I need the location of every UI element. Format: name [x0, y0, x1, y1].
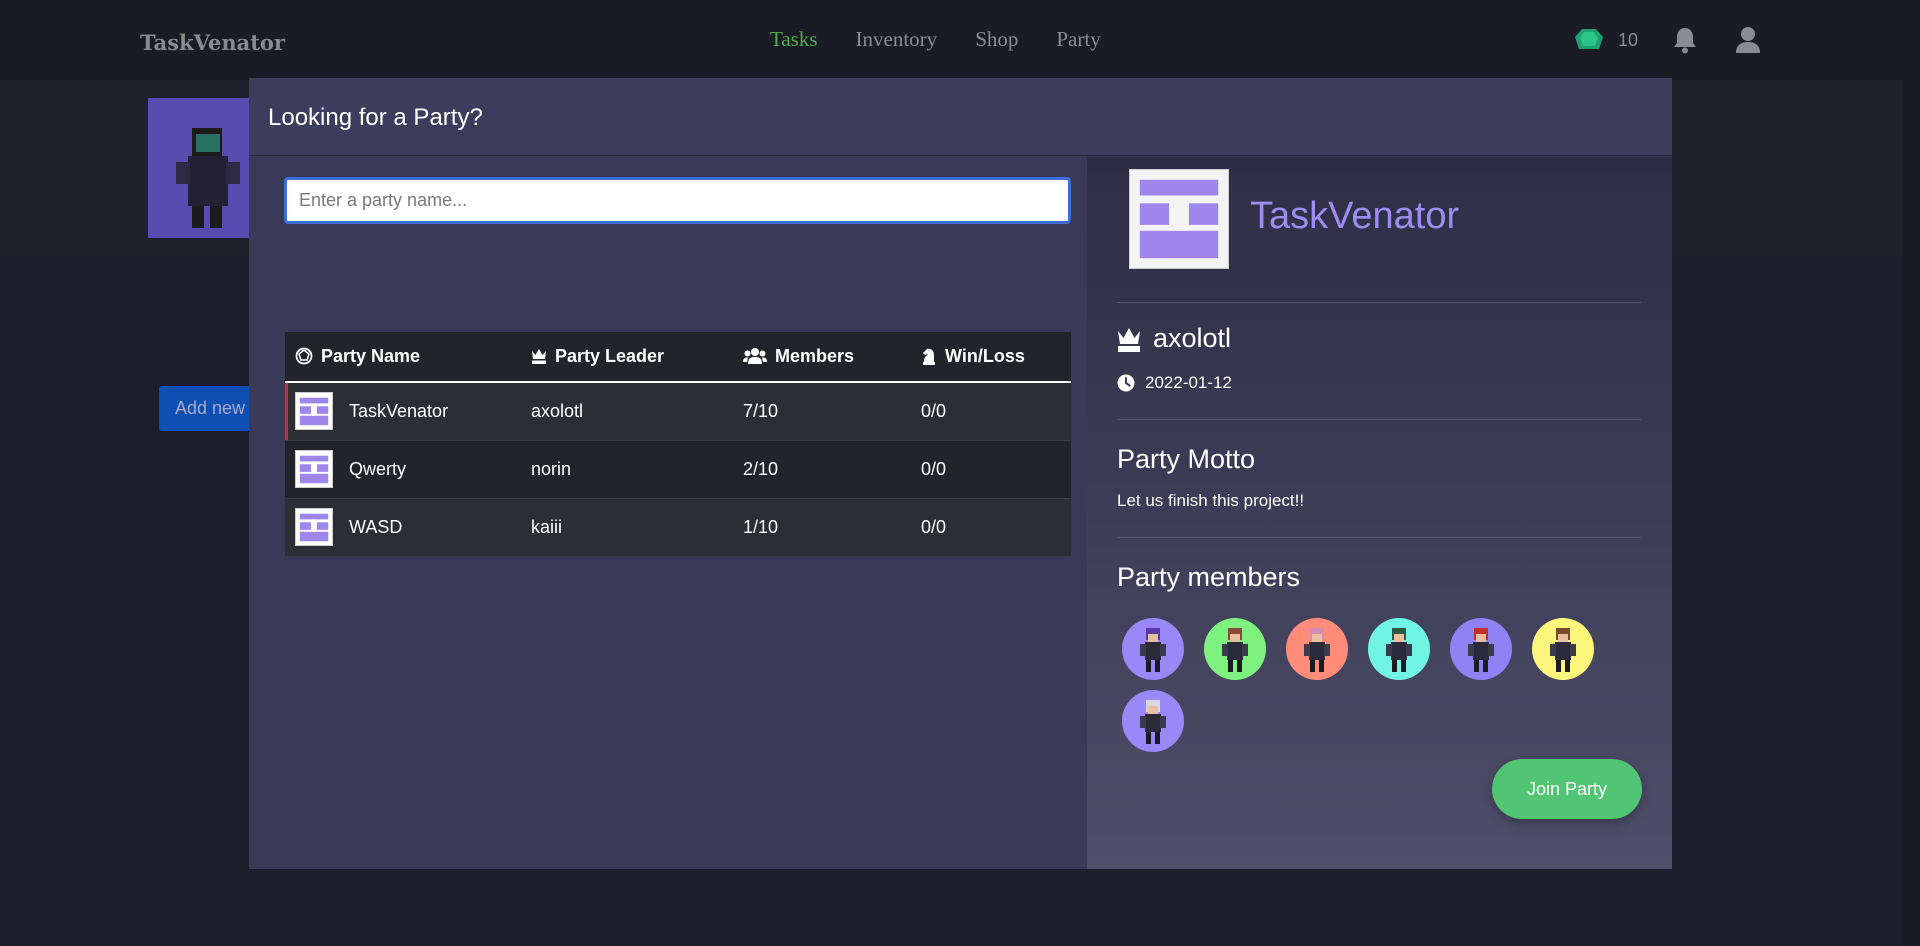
nav-link-tasks[interactable]: Tasks [770, 27, 818, 52]
page-scrollbar[interactable] [1902, 0, 1920, 946]
party-winloss: 0/0 [921, 516, 947, 537]
col-win-loss[interactable]: Win/Loss [911, 332, 1071, 382]
col-party-leader[interactable]: Party Leader [521, 332, 733, 382]
party-logo-icon [295, 450, 333, 488]
party-logo-large [1129, 169, 1229, 269]
motto-heading: Party Motto [1117, 444, 1256, 474]
party-detail-panel: TaskVenator axolotl 2022-01-12 Party Mot… [1087, 157, 1672, 869]
member-avatar[interactable] [1122, 690, 1184, 752]
motto-text: Let us finish this project!! [1117, 491, 1305, 510]
nav-link-inventory[interactable]: Inventory [856, 27, 938, 52]
member-avatar[interactable] [1122, 618, 1184, 680]
dice-icon [295, 347, 313, 365]
party-members: 2/10 [743, 458, 779, 479]
party-member-list [1122, 618, 1642, 752]
member-avatar[interactable] [1204, 618, 1266, 680]
party-finder-modal: Looking for a Party? Party Name Party Le… [249, 78, 1672, 869]
member-avatar[interactable] [1286, 618, 1348, 680]
col-members[interactable]: Members [733, 332, 911, 382]
party-name: WASD [349, 516, 403, 537]
party-created-date: 2022-01-12 [1117, 373, 1232, 393]
party-detail-name: TaskVenator [1250, 195, 1460, 237]
divider [1117, 302, 1641, 303]
knight-icon [923, 348, 935, 365]
nav-link-party[interactable]: Party [1056, 27, 1100, 52]
party-logo-icon [295, 508, 333, 546]
gem-count: 10 [1618, 30, 1639, 50]
party-table: Party Name Party Leader Members Win/Loss… [285, 332, 1071, 557]
party-members: 1/10 [743, 516, 779, 537]
party-leader: axolotl [531, 400, 584, 421]
top-navbar: TaskVenator Tasks Inventory Shop Party 1… [0, 0, 1920, 80]
user-icon[interactable] [1735, 26, 1761, 54]
party-row[interactable]: TaskVenator axolotl 7/10 0/0 [285, 382, 1071, 440]
party-leader: norin [531, 458, 572, 479]
profile-avatar [148, 98, 254, 238]
divider [1117, 537, 1641, 538]
party-detail-leader: axolotl [1117, 323, 1231, 354]
party-logo-icon [295, 392, 333, 431]
members-heading: Party members [1117, 562, 1301, 592]
party-row[interactable]: WASD kaiii 1/10 0/0 [285, 498, 1071, 556]
modal-title: Looking for a Party? [268, 104, 483, 131]
modal-header: Looking for a Party? [249, 78, 1672, 156]
member-avatar[interactable] [1450, 618, 1512, 680]
party-winloss: 0/0 [921, 458, 947, 479]
gem-icon [1575, 29, 1603, 49]
party-leader: kaiii [531, 516, 563, 537]
add-new-button[interactable]: Add new [159, 386, 259, 431]
party-name: TaskVenator [349, 400, 449, 421]
users-icon [743, 348, 767, 364]
clock-icon [1117, 374, 1135, 392]
divider [1117, 419, 1641, 420]
party-winloss: 0/0 [921, 400, 947, 421]
join-party-button[interactable]: Join Party [1492, 759, 1642, 819]
party-list-panel: Party Name Party Leader [249, 157, 1087, 869]
crown-icon [532, 349, 546, 364]
col-party-name[interactable]: Party Name [285, 332, 521, 382]
nav-links: Tasks Inventory Shop Party [770, 27, 1101, 52]
brand-logo[interactable]: TaskVenator [140, 30, 285, 55]
party-search-input[interactable] [284, 177, 1071, 224]
nav-link-shop[interactable]: Shop [975, 27, 1018, 52]
table-header: Party Name Party Leader Members Win/Loss [285, 332, 1071, 382]
bell-icon[interactable] [1672, 26, 1698, 54]
party-name: Qwerty [349, 458, 407, 479]
party-members: 7/10 [743, 400, 779, 421]
party-row[interactable]: Qwerty norin 2/10 0/0 [285, 440, 1071, 498]
crown-icon [1118, 327, 1140, 352]
member-avatar[interactable] [1532, 618, 1594, 680]
member-avatar[interactable] [1368, 618, 1430, 680]
